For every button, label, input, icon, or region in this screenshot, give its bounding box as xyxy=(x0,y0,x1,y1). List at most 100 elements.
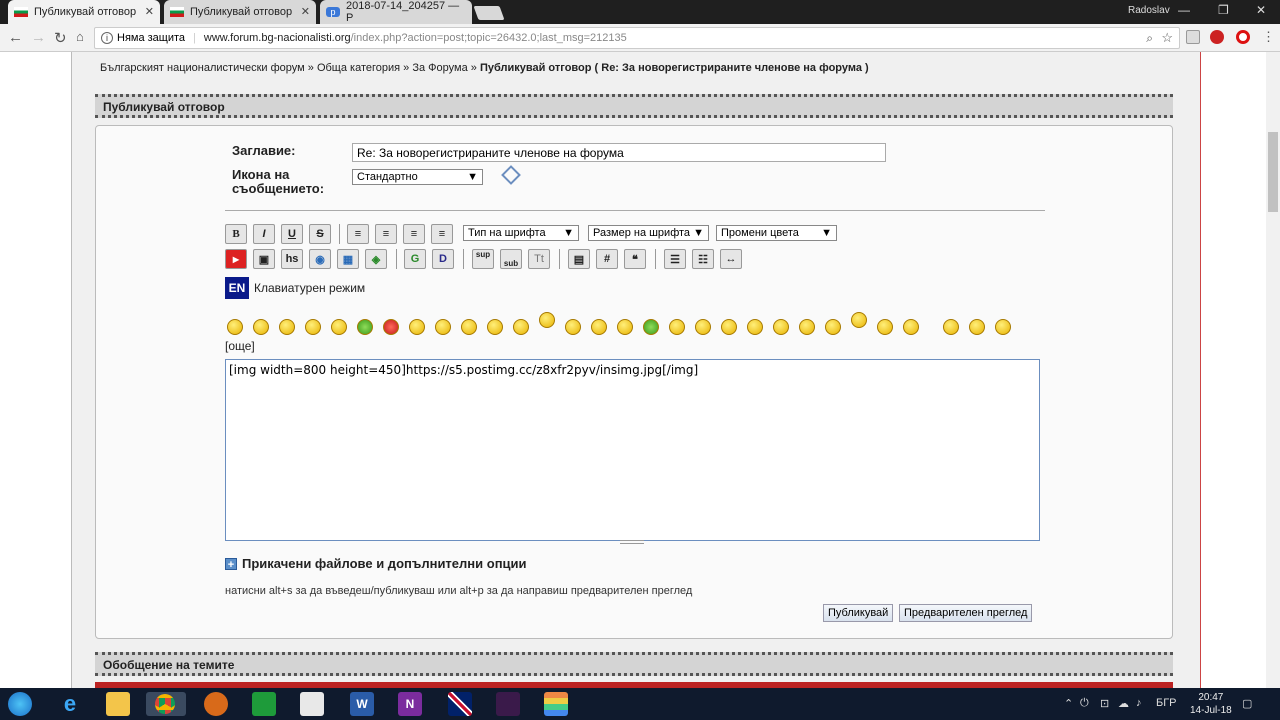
adblock-icon[interactable] xyxy=(1210,30,1224,44)
smiley-icon[interactable] xyxy=(617,319,633,335)
align-justify-button[interactable]: ≡ xyxy=(375,224,397,244)
quote-button[interactable]: ❝ xyxy=(624,249,646,269)
volume-icon[interactable]: ♪ xyxy=(1136,697,1142,709)
smiley-icon[interactable] xyxy=(565,319,581,335)
close-tab-icon[interactable]: ✕ xyxy=(301,5,310,18)
tab-3[interactable]: p 2018-07-14_204257 — P xyxy=(320,0,472,24)
minimize-icon[interactable]: — xyxy=(1178,3,1190,17)
table-button[interactable]: ▤ xyxy=(568,249,590,269)
keyboard-lang-badge[interactable]: EN xyxy=(225,277,249,299)
bullet-list-button[interactable]: ☰ xyxy=(664,249,686,269)
smiley-icon[interactable] xyxy=(539,312,555,328)
breadcrumb-link[interactable]: Българският националистически форум xyxy=(100,62,305,74)
breadcrumb-link[interactable]: За Форума xyxy=(412,62,467,74)
smiley-icon[interactable] xyxy=(357,319,373,335)
url-omnibox[interactable]: i Няма защита | www.forum.bg-nacionalist… xyxy=(94,27,1180,49)
network-icon[interactable]: ⊡ xyxy=(1100,697,1109,710)
language-indicator[interactable]: БГР xyxy=(1156,697,1177,709)
align-right-button[interactable]: ≡ xyxy=(431,224,453,244)
hs-button[interactable]: hs xyxy=(281,249,303,269)
notifications-icon[interactable]: ▢ xyxy=(1242,697,1252,710)
numbered-list-button[interactable]: ☷ xyxy=(692,249,714,269)
tab-1[interactable]: Публикувай отговор ✕ xyxy=(8,0,160,24)
start-button-icon[interactable] xyxy=(8,692,32,716)
smiley-icon[interactable] xyxy=(513,319,529,335)
new-tab-button[interactable] xyxy=(473,6,505,20)
breadcrumb-link[interactable]: Обща категория xyxy=(317,62,400,74)
tray-up-icon[interactable]: ⌃ xyxy=(1064,697,1073,710)
forward-arrow-icon[interactable]: → xyxy=(31,29,46,46)
smiley-icon[interactable] xyxy=(279,319,295,335)
align-center-button[interactable]: ≡ xyxy=(403,224,425,244)
strike-button[interactable]: S xyxy=(309,224,331,244)
smiley-icon[interactable] xyxy=(747,319,763,335)
underline-button[interactable]: U xyxy=(281,224,303,244)
smiley-icon[interactable] xyxy=(943,319,959,335)
font-face-select[interactable]: Тип на шрифта ▼ xyxy=(463,225,579,241)
smiley-icon[interactable] xyxy=(461,319,477,335)
chrome-icon[interactable] xyxy=(146,692,186,716)
scrollbar-thumb[interactable] xyxy=(1268,132,1278,212)
smiley-icon[interactable] xyxy=(331,319,347,335)
smiley-icon[interactable] xyxy=(773,319,789,335)
tab-2[interactable]: Публикувай отговор ✕ xyxy=(164,0,316,24)
smiley-icon[interactable] xyxy=(903,319,919,335)
italic-button[interactable]: I xyxy=(253,224,275,244)
smiley-icon[interactable] xyxy=(799,319,815,335)
smiley-icon[interactable] xyxy=(591,319,607,335)
app-icon[interactable] xyxy=(544,692,568,716)
maximize-icon[interactable]: ❐ xyxy=(1218,3,1229,17)
page-scrollbar[interactable] xyxy=(1266,52,1280,688)
smiley-icon[interactable] xyxy=(969,319,985,335)
edge-icon[interactable]: e xyxy=(58,692,82,716)
smiley-icon[interactable] xyxy=(877,319,893,335)
smiley-icon[interactable] xyxy=(227,319,243,335)
message-textarea[interactable] xyxy=(225,359,1040,541)
app-icon[interactable] xyxy=(204,692,228,716)
bookmark-star-icon[interactable]: ☆ xyxy=(1161,30,1173,46)
close-tab-icon[interactable]: ✕ xyxy=(145,5,154,18)
reload-icon[interactable]: ↻ xyxy=(54,29,67,47)
preview-button[interactable]: Предварителен преглед xyxy=(899,604,1033,622)
flash-button[interactable]: ▣ xyxy=(253,249,275,269)
smiley-icon[interactable] xyxy=(435,319,451,335)
notepad-icon[interactable] xyxy=(300,692,324,716)
smiley-icon[interactable] xyxy=(995,319,1011,335)
onenote-icon[interactable]: N xyxy=(398,692,422,716)
smiley-icon[interactable] xyxy=(851,312,867,328)
align-left-button[interactable]: ≡ xyxy=(347,224,369,244)
smiley-icon[interactable] xyxy=(409,319,425,335)
keyboard-mode-label[interactable]: Клавиатурен режим xyxy=(254,281,365,295)
smiley-icon[interactable] xyxy=(305,319,321,335)
clock[interactable]: 20:47 14-Jul-18 xyxy=(1190,691,1232,717)
menu-dots-icon[interactable]: ⋮ xyxy=(1262,29,1275,45)
home-icon[interactable]: ⌂ xyxy=(76,29,84,44)
smiley-icon[interactable] xyxy=(695,319,711,335)
teletype-button[interactable]: Tt xyxy=(528,249,550,269)
smiley-icon[interactable] xyxy=(383,319,399,335)
glow-button[interactable]: G xyxy=(404,249,426,269)
post-button[interactable]: Публикувай xyxy=(823,604,894,622)
extension-icon[interactable] xyxy=(1186,30,1200,44)
profile-name[interactable]: Radoslav xyxy=(1128,5,1170,16)
globe-link-button[interactable]: ◉ xyxy=(309,249,331,269)
message-icon-select[interactable]: Стандартно ▼ xyxy=(352,169,483,185)
window-close-icon[interactable]: ✕ xyxy=(1256,3,1266,17)
smiley-icon[interactable] xyxy=(721,319,737,335)
info-icon[interactable]: i xyxy=(101,32,113,44)
expand-plus-icon[interactable]: + xyxy=(225,557,237,571)
opera-icon[interactable] xyxy=(1236,30,1250,44)
more-smileys-link[interactable]: [още] xyxy=(225,339,255,353)
uk-flag-icon[interactable] xyxy=(448,692,472,716)
youtube-button[interactable]: ▶ xyxy=(225,249,247,269)
font-size-select[interactable]: Размер на шрифта ▼ xyxy=(588,225,709,241)
smiley-icon[interactable] xyxy=(643,319,659,335)
onedrive-icon[interactable]: ☁ xyxy=(1118,697,1129,710)
image-link-button[interactable]: ▦ xyxy=(337,249,359,269)
word-icon[interactable]: W xyxy=(350,692,374,716)
back-arrow-icon[interactable]: ← xyxy=(8,29,23,46)
code-button[interactable]: # xyxy=(596,249,618,269)
bold-button[interactable]: B xyxy=(225,224,247,244)
app-icon[interactable] xyxy=(252,692,276,716)
app-icon[interactable] xyxy=(496,692,520,716)
